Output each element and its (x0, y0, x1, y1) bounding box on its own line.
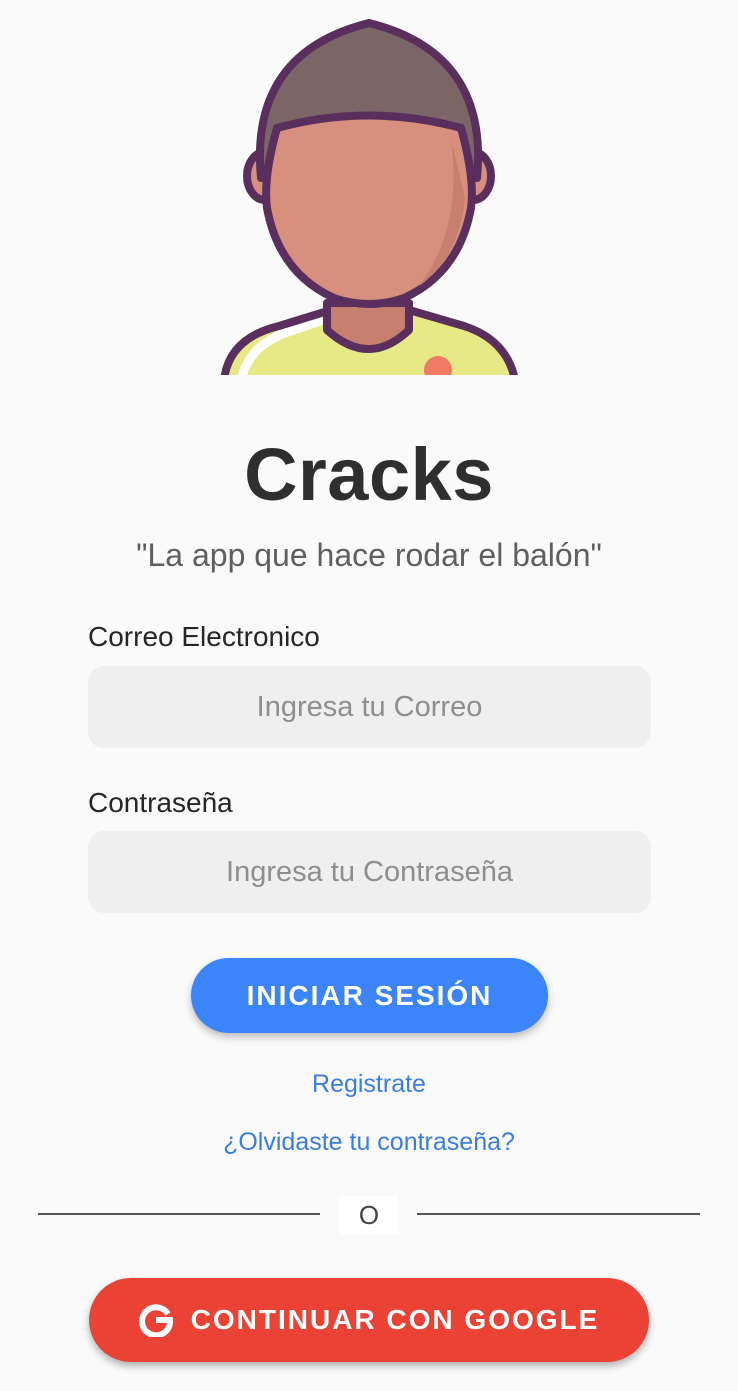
divider-or-label: O (340, 1196, 398, 1234)
password-label: Contraseña (88, 787, 233, 818)
password-field[interactable] (88, 831, 651, 913)
divider-left (38, 1213, 320, 1215)
app-title: Cracks (244, 433, 494, 516)
email-label: Correo Electronico (88, 621, 320, 652)
login-button-label: INICIAR SESIÓN (246, 979, 493, 1011)
google-button-label: CONTINUAR CON GOOGLE (190, 1304, 600, 1335)
register-link[interactable]: Registrate (0, 1070, 738, 1099)
divider-text: O (358, 1199, 380, 1230)
google-signin-button[interactable]: CONTINUAR CON GOOGLE (89, 1278, 649, 1362)
google-g-icon (138, 1304, 173, 1337)
divider-right (417, 1213, 700, 1215)
forgot-password-link[interactable]: ¿Olvidaste tu contraseña? (0, 1128, 738, 1157)
login-button[interactable]: INICIAR SESIÓN (191, 958, 548, 1033)
app-tagline: "La app que hace rodar el balón" (136, 537, 602, 573)
email-field[interactable] (88, 666, 651, 748)
avatar-illustration (220, 19, 518, 375)
